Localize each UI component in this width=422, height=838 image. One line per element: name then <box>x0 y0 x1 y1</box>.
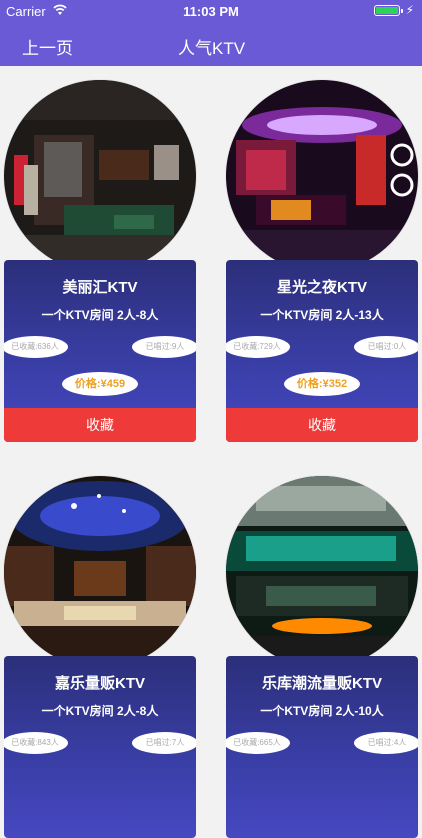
battery-icon <box>374 5 403 16</box>
ktv-info-panel: 嘉乐量贩KTV 一个KTV房间 2人-8人 已收藏:843人 已唱过:7人 <box>4 656 196 838</box>
status-time: 11:03 PM <box>183 4 239 19</box>
sung-count: 已唱过:4人 <box>354 732 418 754</box>
favorite-button[interactable]: 收藏 <box>4 408 196 442</box>
ktv-room-desc: 一个KTV房间 2人-13人 <box>260 308 384 322</box>
ktv-room-desc: 一个KTV房间 2人-8人 <box>41 308 159 322</box>
favorited-count: 已收藏:636人 <box>4 336 68 358</box>
ktv-room-desc: 一个KTV房间 2人-8人 <box>41 704 159 718</box>
price-badge: 价格:¥352 <box>284 372 360 396</box>
nav-bar: 上一页 人气KTV <box>0 22 422 66</box>
ktv-photo <box>226 80 418 272</box>
sung-count: 已唱过:7人 <box>132 732 196 754</box>
ktv-room-desc: 一个KTV房间 2人-10人 <box>260 704 384 718</box>
ktv-photo <box>4 476 196 668</box>
sung-count: 已唱过:9人 <box>132 336 196 358</box>
sung-count: 已唱过:0人 <box>354 336 418 358</box>
ktv-name: 美丽汇KTV <box>62 279 138 296</box>
ktv-info-panel: 乐库潮流量贩KTV 一个KTV房间 2人-10人 已收藏:665人 已唱过:4人 <box>226 656 418 838</box>
back-button[interactable]: 上一页 <box>22 34 73 59</box>
ktv-photo <box>4 80 196 272</box>
charging-icon: ⚡ <box>405 3 414 17</box>
status-bar: Carrier 11:03 PM ⚡ <box>0 0 422 22</box>
favorited-count: 已收藏:843人 <box>4 732 68 754</box>
ktv-info-panel: 星光之夜KTV 一个KTV房间 2人-13人 已收藏:729人 已唱过:0人 价… <box>226 260 418 442</box>
favorited-count: 已收藏:729人 <box>226 336 290 358</box>
ktv-photo <box>226 476 418 668</box>
ktv-name: 嘉乐量贩KTV <box>54 675 145 692</box>
ktv-info-panel: 美丽汇KTV 一个KTV房间 2人-8人 已收藏:636人 已唱过:9人 价格:… <box>4 260 196 442</box>
page-title: 人气KTV <box>178 39 246 58</box>
ktv-name: 乐库潮流量贩KTV <box>261 675 382 692</box>
ktv-name: 星光之夜KTV <box>276 279 367 296</box>
favorited-count: 已收藏:665人 <box>226 732 290 754</box>
price-badge: 价格:¥459 <box>62 372 138 396</box>
favorite-button[interactable]: 收藏 <box>226 408 418 442</box>
